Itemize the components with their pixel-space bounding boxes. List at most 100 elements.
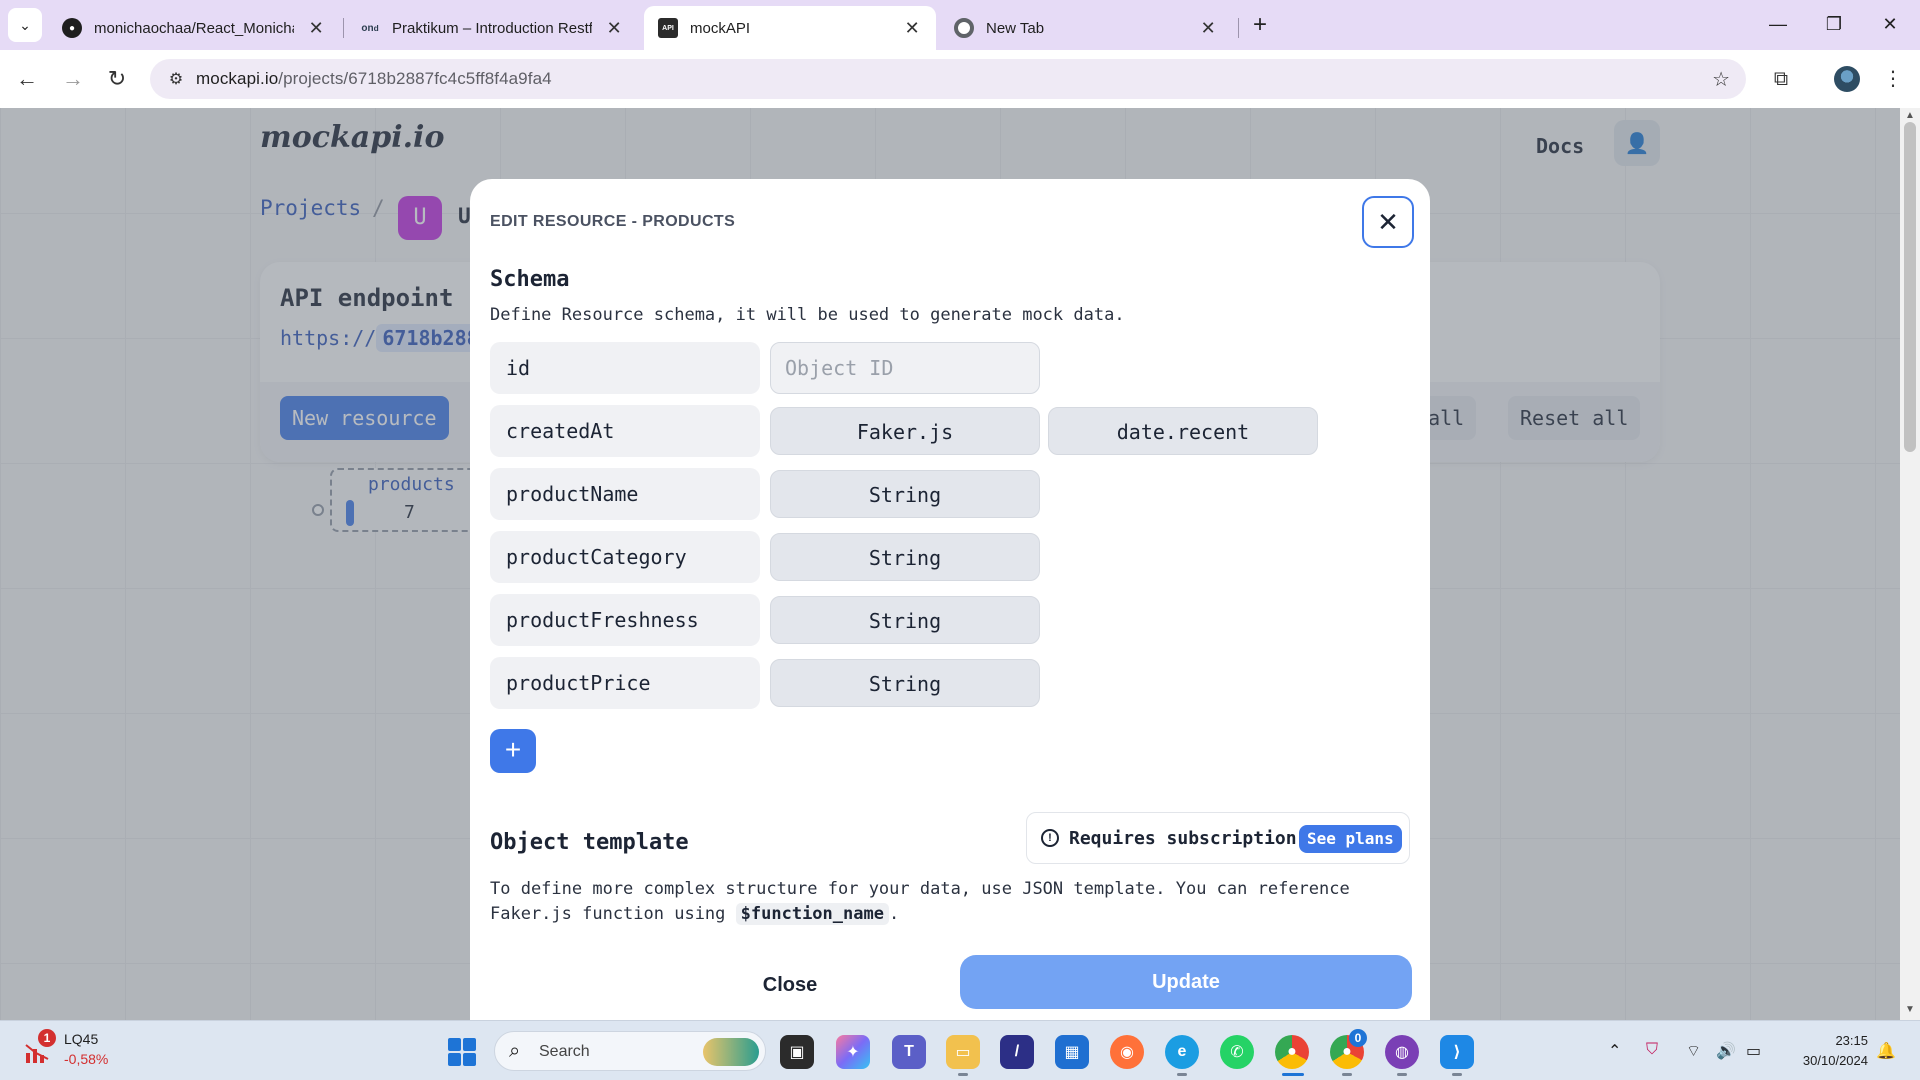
app-running-indicator xyxy=(958,1073,968,1076)
taskbar-search[interactable]: ⌕ Search xyxy=(494,1031,766,1071)
dicoding-icon: on d xyxy=(361,22,379,34)
close-window-icon[interactable]: ✕ xyxy=(1870,6,1910,42)
volume-icon[interactable]: 🔊 xyxy=(1716,1041,1736,1061)
windows-taskbar: 1 LQ45 -0,58% ⌕ Search ▣ ✦ T ▭ / ▦ ◉ e ✆… xyxy=(0,1020,1920,1080)
app-running-indicator xyxy=(1342,1073,1352,1076)
forward-arrow-icon[interactable]: → xyxy=(58,64,88,94)
extensions-puzzle-icon[interactable]: ⧉ xyxy=(1766,64,1796,94)
url-text[interactable]: mockapi.io/projects/6718b2887fc4c5ff8f4a… xyxy=(196,69,552,89)
clock-date: 30/10/2024 xyxy=(1802,1053,1868,1068)
bookmark-star-icon[interactable]: ☆ xyxy=(1712,67,1730,92)
whatsapp-icon[interactable]: ✆ xyxy=(1220,1035,1254,1069)
subscription-text: Requires subscription xyxy=(1069,828,1297,849)
vscode-icon[interactable]: ⟩ xyxy=(1440,1035,1474,1069)
subscription-notice: ! Requires subscription See plans xyxy=(1026,812,1410,864)
page-scrollbar[interactable]: ▲ ▼ xyxy=(1900,108,1920,1020)
field-type-select[interactable]: String xyxy=(770,659,1040,707)
windows-start-icon[interactable] xyxy=(448,1038,476,1066)
tab-strip: ⌄ ● monichaochaa/React_Monicha- ✕ on d Pr… xyxy=(0,0,1920,50)
tab-new-tab[interactable]: New Tab ✕ xyxy=(940,6,1232,50)
battery-icon[interactable]: ▭ xyxy=(1746,1041,1761,1061)
modal-close-button[interactable]: ✕ xyxy=(1362,196,1414,248)
site-settings-icon[interactable]: ⚙ xyxy=(156,69,196,89)
modal-footer: Close Update xyxy=(470,929,1430,1020)
template-desc-end: . xyxy=(888,904,900,924)
tab-title: New Tab xyxy=(986,19,1045,37)
field-name-input[interactable]: productName xyxy=(490,468,760,520)
tab-title: mockAPI xyxy=(690,19,751,37)
tab-dicoding[interactable]: on d Praktikum – Introduction Restfu ✕ xyxy=(346,6,638,50)
template-desc-line2: Faker.js function using xyxy=(490,904,726,924)
chrome-badge: 0 xyxy=(1349,1029,1367,1047)
teams-icon[interactable]: T xyxy=(892,1035,926,1069)
add-field-button[interactable]: + xyxy=(490,729,536,773)
edge-icon[interactable]: e xyxy=(1165,1035,1199,1069)
info-icon: ! xyxy=(1041,829,1059,847)
tab-search-button[interactable]: ⌄ xyxy=(8,8,42,42)
app-launcher-icon[interactable]: / xyxy=(1000,1035,1034,1069)
copilot-icon[interactable]: ✦ xyxy=(836,1035,870,1069)
field-name-input[interactable]: productCategory xyxy=(490,531,760,583)
taskbar-clock[interactable]: 23:15 30/10/2024 xyxy=(1788,1031,1868,1071)
search-highlight-image xyxy=(703,1038,759,1066)
file-explorer-icon[interactable]: ▭ xyxy=(946,1035,980,1069)
microsoft-store-icon[interactable]: ▦ xyxy=(1055,1035,1089,1069)
object-template-title: Object template xyxy=(490,830,689,855)
faker-method-select[interactable]: date.recent xyxy=(1048,407,1318,455)
profile-avatar[interactable] xyxy=(1834,66,1860,92)
edit-resource-modal: EDIT RESOURCE - PRODUCTS ✕ Schema Define… xyxy=(470,179,1430,1020)
firefox-icon[interactable]: ◉ xyxy=(1110,1035,1144,1069)
tab-mockapi[interactable]: API mockAPI ✕ xyxy=(644,6,936,50)
wifi-icon[interactable]: ⌔ xyxy=(1686,1041,1701,1061)
notification-bell-icon[interactable]: 🔔 xyxy=(1876,1041,1896,1061)
app-running-indicator xyxy=(1452,1073,1462,1076)
tab-github[interactable]: ● monichaochaa/React_Monicha- ✕ xyxy=(48,6,340,50)
tab-title: monichaochaa/React_Monicha- xyxy=(94,19,295,37)
reload-icon[interactable]: ↻ xyxy=(102,64,132,94)
tray-chevron-up-icon[interactable]: ⌃ xyxy=(1608,1041,1621,1061)
search-icon: ⌕ xyxy=(509,1040,521,1062)
field-name-input[interactable]: createdAt xyxy=(490,405,760,457)
scroll-thumb[interactable] xyxy=(1904,122,1916,452)
back-arrow-icon[interactable]: ← xyxy=(12,64,42,94)
clock-time: 23:15 xyxy=(1835,1033,1868,1048)
stock-notification-badge: 1 xyxy=(38,1029,56,1047)
field-type-select[interactable]: String xyxy=(770,470,1040,518)
stock-change: -0,58% xyxy=(64,1051,109,1067)
github-desktop-icon[interactable]: ◍ xyxy=(1385,1035,1419,1069)
close-tab-icon[interactable]: ✕ xyxy=(1198,18,1218,39)
antivirus-tray-icon[interactable]: ⛉ xyxy=(1646,1041,1658,1059)
close-tab-icon[interactable]: ✕ xyxy=(306,18,326,39)
tab-divider xyxy=(343,18,344,38)
close-tab-icon[interactable]: ✕ xyxy=(604,18,624,39)
field-type-select[interactable]: Faker.js xyxy=(770,407,1040,455)
close-icon: ✕ xyxy=(1377,206,1399,237)
schema-description: Define Resource schema, it will be used … xyxy=(490,305,1125,325)
page-content: mockapi.io Docs 👤 Projects / U U API end… xyxy=(0,108,1900,1020)
object-template-description: To define more complex structure for you… xyxy=(490,877,1410,927)
chrome-taskbar-icon[interactable]: ● xyxy=(1275,1035,1309,1069)
close-tab-icon[interactable]: ✕ xyxy=(902,18,922,39)
field-type-input[interactable]: Object ID xyxy=(770,342,1040,394)
menu-kebab-icon[interactable]: ⋮ xyxy=(1878,64,1908,94)
stock-name[interactable]: LQ45 xyxy=(64,1031,98,1047)
field-name-input[interactable]: productFreshness xyxy=(490,594,760,646)
field-name-input[interactable]: productPrice xyxy=(490,657,760,709)
address-bar[interactable]: ⚙ mockapi.io/projects/6718b2887fc4c5ff8f… xyxy=(150,59,1746,99)
task-view-icon[interactable]: ▣ xyxy=(780,1035,814,1069)
update-button[interactable]: Update xyxy=(960,955,1412,1009)
field-type-select[interactable]: String xyxy=(770,533,1040,581)
scroll-down-arrow-icon[interactable]: ▼ xyxy=(1905,1004,1915,1015)
mockapi-icon: API xyxy=(658,18,678,38)
restore-icon[interactable]: ❐ xyxy=(1814,6,1854,42)
close-button[interactable]: Close xyxy=(690,959,890,1011)
field-name-input[interactable]: id xyxy=(490,342,760,394)
minimize-icon[interactable]: — xyxy=(1758,6,1798,42)
template-desc-line1: To define more complex structure for you… xyxy=(490,879,1350,899)
see-plans-button[interactable]: See plans xyxy=(1299,825,1402,853)
field-type-select[interactable]: String xyxy=(770,596,1040,644)
new-tab-plus-icon[interactable]: + xyxy=(1245,10,1275,40)
modal-heading: EDIT RESOURCE - PRODUCTS xyxy=(490,213,736,230)
scroll-up-arrow-icon[interactable]: ▲ xyxy=(1905,110,1915,121)
app-active-indicator xyxy=(1282,1073,1304,1076)
